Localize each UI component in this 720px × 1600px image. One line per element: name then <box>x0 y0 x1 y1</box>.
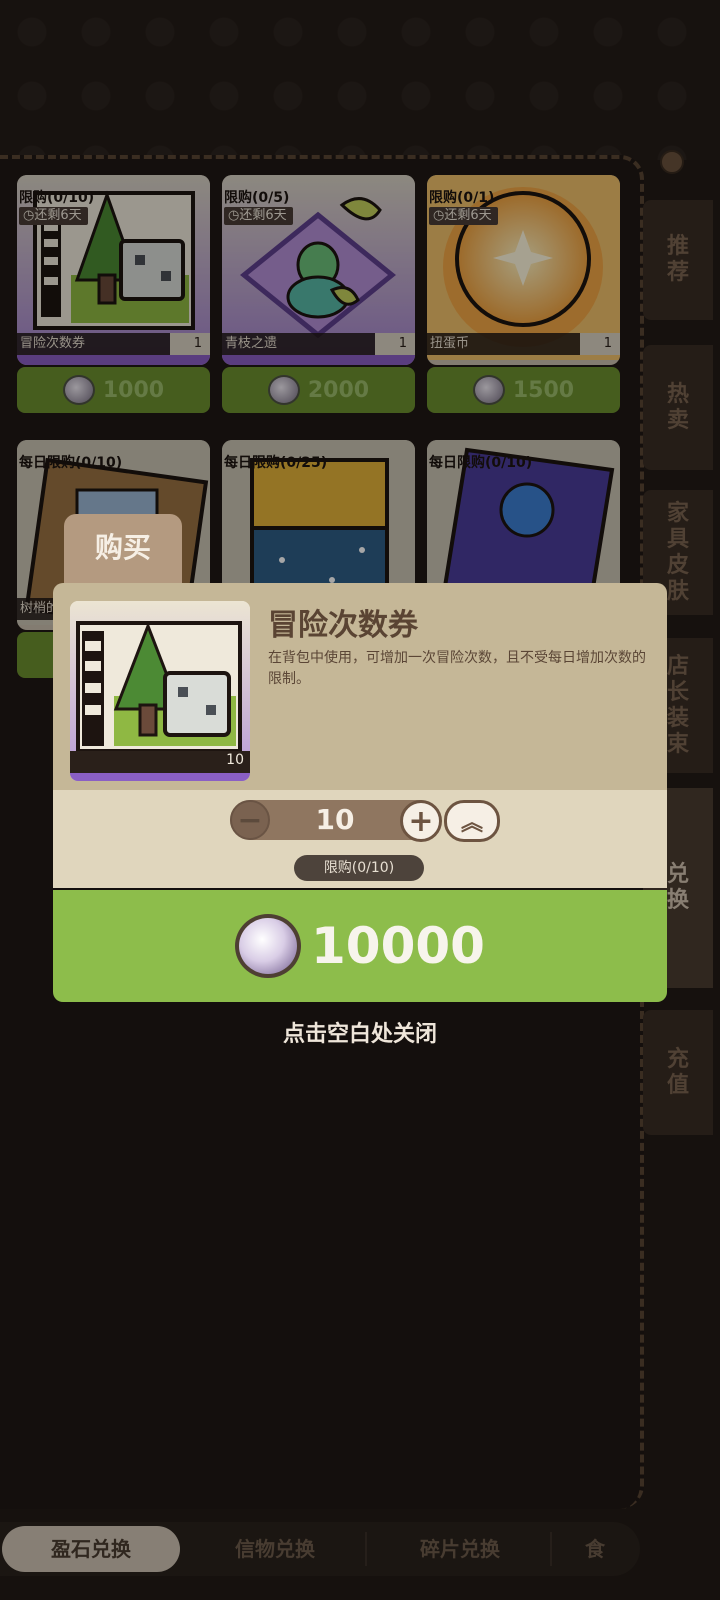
minus-icon: − <box>237 802 263 838</box>
quantity-value[interactable]: 10 <box>290 800 380 840</box>
buy-tab-label: 购买 <box>64 514 182 584</box>
max-quantity-button[interactable]: ︽ <box>444 800 500 842</box>
confirm-buy-button[interactable]: 10000 <box>53 890 667 1002</box>
modal-item-title: 冒险次数券 <box>268 608 418 643</box>
purchase-limit-pill: 限购(0/10) <box>294 855 424 881</box>
close-hint: 点击空白处关闭 <box>282 1022 437 1047</box>
modal-item-thumbnail: 10 <box>70 601 250 781</box>
plus-icon: + <box>408 803 434 839</box>
minus-button[interactable]: − <box>230 800 270 840</box>
modal-item-description: 在背包中使用，可增加一次冒险次数，且不受每日增加次数的限制。 <box>268 650 646 687</box>
gem-icon <box>235 914 302 978</box>
adventure-ticket-icon <box>70 601 250 781</box>
total-price: 10000 <box>311 917 485 975</box>
plus-button[interactable]: + <box>400 800 442 842</box>
thumb-count: 10 <box>226 752 244 768</box>
double-chevron-up-icon: ︽ <box>460 811 483 836</box>
